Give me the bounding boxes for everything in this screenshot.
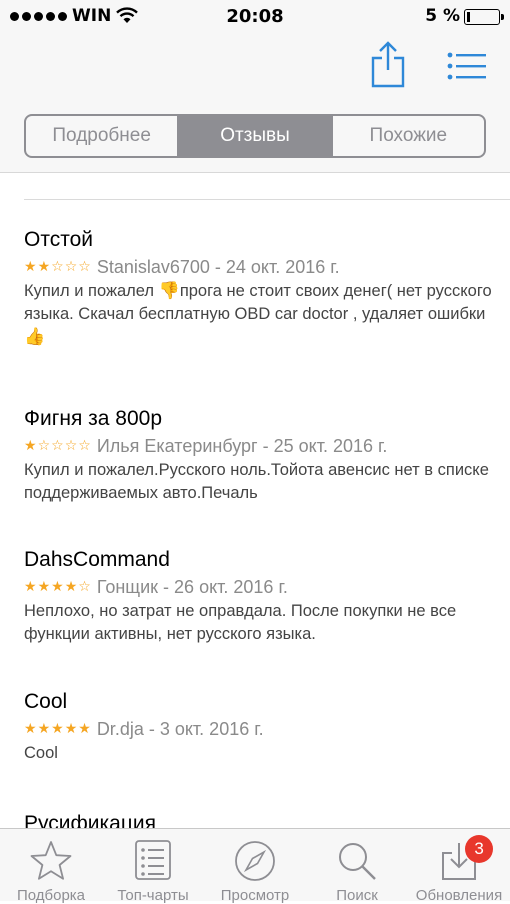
list-icon	[135, 840, 171, 880]
star-filled-icon: ★	[64, 579, 78, 595]
segmented-control: Подробнее Отзывы Похожие	[24, 114, 486, 158]
review-author-date: Гонщик - 26 окт. 2016 г.	[96, 577, 288, 597]
battery-icon	[464, 9, 504, 25]
review-author-date: Stanislav6700 - 24 окт. 2016 г.	[96, 257, 340, 277]
list-icon[interactable]	[446, 50, 488, 82]
review-title: Cool	[24, 690, 68, 713]
star-rating: ★ ★ ★ ★ ☆	[24, 580, 91, 594]
tab-explore[interactable]: Просмотр	[204, 829, 306, 904]
tab-bar: Подборка Топ-чарты Просмотр Поиск 3 Обно…	[0, 828, 510, 904]
star-filled-icon: ★	[24, 721, 37, 737]
star-empty-icon: ☆	[51, 259, 64, 275]
tab-updates[interactable]: 3 Обновления	[408, 829, 510, 904]
segment-details[interactable]: Подробнее	[26, 116, 180, 156]
reviews-list[interactable]: Отстой ★ ★ ☆ ☆ ☆ Stanislav6700 - 24 окт. 201…	[0, 173, 510, 828]
compass-icon	[235, 841, 275, 881]
star-filled-icon: ★	[37, 579, 51, 595]
tab-featured[interactable]: Подборка	[0, 829, 102, 904]
tab-search[interactable]: Поиск	[306, 829, 408, 904]
star-filled-icon: ★	[51, 579, 64, 595]
tab-label: Подборка	[16, 887, 86, 904]
search-icon	[339, 843, 376, 880]
star-filled-icon: ★	[24, 579, 37, 595]
star-filled-icon: ★	[64, 721, 78, 737]
star-empty-icon: ☆	[51, 438, 64, 454]
review-body: Купил и пожалел.Русского ноль.Тойота аве…	[24, 461, 489, 502]
review-item[interactable]: Фигня за 800р ★ ☆ ☆ ☆ ☆ Илья Екатеринбург - …	[24, 406, 494, 505]
star-empty-icon: ☆	[78, 259, 91, 275]
tab-label: Обновления	[415, 887, 503, 904]
review-title: DahsCommand	[24, 548, 170, 571]
divider	[24, 199, 510, 200]
star-rating: ★ ★ ★ ★ ★	[24, 722, 91, 736]
review-title: Отстой	[24, 228, 94, 251]
star-empty-icon: ☆	[64, 438, 78, 454]
review-item[interactable]: DahsCommand ★ ★ ★ ★ ☆ Гонщик - 26 окт. 2016 …	[24, 547, 494, 646]
segment-related[interactable]: Похожие	[333, 116, 484, 156]
thumbs-down-icon: 👎	[158, 281, 180, 301]
star-empty-icon: ☆	[78, 579, 91, 595]
thumbs-up-icon: 👍	[24, 327, 46, 347]
star-filled-icon: ★	[24, 438, 37, 454]
review-item[interactable]: Отстой ★ ★ ☆ ☆ ☆ Stanislav6700 - 24 окт. 201…	[24, 227, 494, 349]
tab-label: Просмотр	[220, 887, 290, 904]
star-empty-icon: ☆	[78, 438, 91, 454]
tab-label: Поиск	[336, 887, 378, 904]
star-filled-icon: ★	[51, 721, 64, 737]
segment-area: Подробнее Отзывы Похожие	[0, 102, 510, 173]
review-body: Cool	[24, 744, 58, 762]
review-author-date: Илья Екатеринбург - 25 окт. 2016 г.	[96, 436, 388, 456]
review-author-date: Dr.dja - 3 окт. 2016 г.	[96, 719, 264, 739]
review-body: Неплохо, но затрат не оправдала. После п…	[24, 602, 457, 643]
navigation-bar	[0, 34, 510, 102]
segment-reviews[interactable]: Отзывы	[179, 116, 333, 156]
star-filled-icon: ★	[37, 259, 51, 275]
star-filled-icon: ★	[37, 721, 51, 737]
star-filled-icon: ★	[24, 259, 37, 275]
review-title: Фигня за 800р	[24, 407, 163, 430]
star-icon	[30, 841, 72, 880]
updates-badge: 3	[465, 835, 494, 863]
star-empty-icon: ☆	[37, 438, 51, 454]
star-rating: ★ ★ ☆ ☆ ☆	[24, 260, 91, 274]
battery-percentage: 5 %	[425, 6, 460, 26]
star-rating: ★ ☆ ☆ ☆ ☆	[24, 439, 91, 453]
status-bar: WIN 20:08 5 %	[0, 0, 510, 34]
star-empty-icon: ☆	[64, 259, 78, 275]
review-item[interactable]: Cool ★ ★ ★ ★ ★ Dr.dja - 3 окт. 2016 г. Cool	[24, 689, 494, 765]
share-icon[interactable]	[368, 40, 408, 88]
review-item[interactable]: Русификация	[24, 811, 494, 828]
tab-top-charts[interactable]: Топ-чарты	[102, 829, 204, 904]
star-filled-icon: ★	[78, 721, 91, 737]
tab-label: Топ-чарты	[117, 887, 189, 904]
review-title: Русификация	[24, 812, 156, 828]
review-body: Купил и пожалел 👎прога не стоит своих де…	[24, 281, 492, 347]
